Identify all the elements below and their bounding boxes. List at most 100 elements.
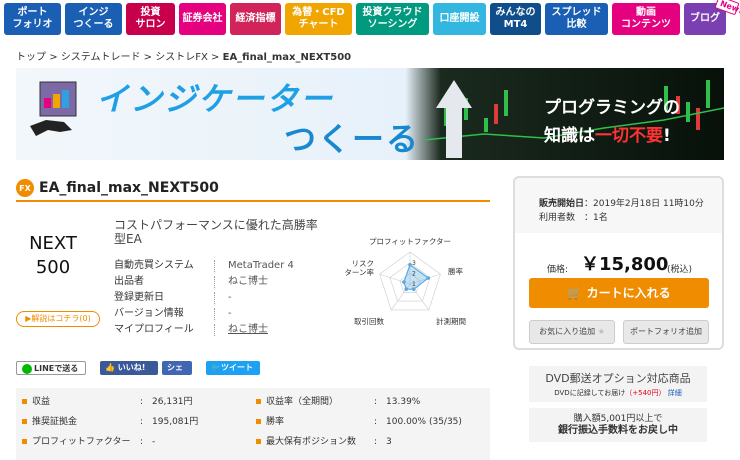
bank-line2: 銀行振込手数料をお戻し中 (558, 425, 678, 436)
radar-axis-label: プロフィットファクター (369, 237, 451, 246)
info-row: 登録更新日 - (114, 290, 294, 306)
add-portfolio-button[interactable]: ポートフォリオ追加 (623, 320, 709, 344)
add-to-cart-button[interactable]: 🛒 カートに入れる (529, 278, 709, 308)
breadcrumb: トップ > システムトレード > シストレFX > EA_final_max_N… (16, 48, 351, 63)
breadcrumb-item-top[interactable]: トップ (16, 52, 46, 63)
dvd-detail-link[interactable]: 詳細 (668, 389, 682, 397)
stat-value-text: 13.39% (386, 397, 421, 407)
breadcrumb-separator: > (211, 52, 220, 63)
user-count-label: 利用者数 (539, 213, 576, 223)
stat-value: : 26,131円 (140, 397, 193, 407)
info-key: バージョン情報 (114, 308, 184, 319)
user-count: 利用者数 ：1名 (539, 213, 608, 223)
banner-subtitle-programming: プログラミングの (544, 98, 680, 118)
nav-button[interactable]: スプレッド 比較 (545, 3, 608, 35)
hand-tool-icon (30, 81, 77, 136)
dvd-sub-text: DVDに記録してお届け (554, 389, 626, 397)
nav-button[interactable]: 投資 サロン (126, 3, 175, 35)
up-arrow-icon (436, 80, 472, 158)
explanation-button[interactable]: ▶解説はコチラ(0) (16, 311, 100, 327)
stat-return-rate: 収益率（全期間）: 13.39% (256, 392, 420, 412)
stat-value: : 13.39% (374, 397, 421, 407)
profile-link[interactable]: ねこ博士 (228, 322, 268, 338)
stat-key: 推奨証拠金 (32, 417, 78, 427)
star-icon: ★ (597, 327, 605, 336)
info-row: マイプロフィール ねこ博士 (114, 322, 294, 338)
dvd-subtext: DVDに記録してお届け（+540円） 詳細 (529, 388, 707, 398)
radar-scale-label: 3 (412, 260, 416, 267)
breadcrumb-current: EA_final_max_NEXT500 (222, 52, 352, 63)
stat-key: 収益 (32, 397, 51, 407)
stat-value: : 100.00% (35/35) (374, 417, 462, 427)
nav-button[interactable]: インジ つくーる (65, 3, 122, 35)
info-key: マイプロフィール (114, 324, 194, 335)
line-share-label: LINEで送る (34, 364, 79, 373)
product-title: EA_final_max_NEXT500 (39, 180, 219, 196)
info-key: 出品者 (114, 276, 144, 287)
tweet-label: ツイート (220, 363, 253, 372)
indicator-tool-banner[interactable]: インジケーター つくーる プログラミングの 知識は一切不要! (16, 68, 724, 160)
radar-axis-label: 取引回数 (354, 316, 384, 326)
stat-value-text: 3 (386, 437, 392, 447)
nav-button[interactable]: 動画 コンテンツ (612, 3, 680, 35)
stat-value: : 3 (374, 437, 392, 447)
price-tax-note: (税込) (667, 265, 693, 275)
radar-axis-label: 勝率 (448, 266, 463, 276)
nav-button[interactable]: 為替・CFD チャート (285, 3, 352, 35)
info-key: 登録更新日 (114, 292, 164, 303)
performance-stats: 収益 : 26,131円 収益率（全期間）: 13.39% 推奨証拠金 : 195,… (16, 388, 490, 460)
top-navigation: ポート フォリオ インジ つくーる 投資 サロン 証券会社 経済指標 為替・CFD チャー… (0, 0, 740, 40)
sale-start-value: 2019年2月18日 11時10分 (593, 199, 704, 209)
dvd-title: DVD郵送オプション対応商品 (545, 372, 691, 385)
radar-scale-label: 2 (412, 270, 416, 277)
nav-button[interactable]: ポート フォリオ (4, 3, 61, 35)
bank-fee-refund-box[interactable]: 購入額5,001円以上で 銀行振込手数料をお戻し中 (529, 408, 707, 442)
purchase-box: 販売開始日：2019年2月18日 11時10分 利用者数 ：1名 価格: ￥15… (513, 176, 724, 350)
radar-axis-label: ターン率 (344, 267, 374, 277)
stat-value: : - (140, 437, 156, 447)
info-row: バージョン情報 - (114, 306, 294, 322)
cart-button-label: カートに入れる (586, 286, 671, 300)
tweet-button[interactable]: 🐦ツイート (206, 361, 260, 375)
add-favorite-button[interactable]: お気に入り追加 ★ (529, 320, 615, 344)
radar-point (426, 276, 431, 280)
breadcrumb-item-system-trade[interactable]: システムトレード (61, 52, 141, 63)
radar-value-area (403, 263, 430, 290)
twitter-bird-icon: 🐦 (211, 363, 221, 372)
info-value: ねこ博士 (228, 276, 268, 287)
stat-key: 勝率 (266, 417, 285, 427)
facebook-like-button[interactable]: 👍 いいね! 0 (100, 361, 158, 386)
nav-button[interactable]: 経済指標 (230, 3, 281, 35)
stat-win-rate: 勝率 : 100.00% (35/35) (256, 412, 462, 432)
breadcrumb-item-systre-fx[interactable]: シストレFX (155, 52, 208, 63)
radar-axis-label: リスク (352, 259, 375, 268)
stat-profit: 収益 : 26,131円 (22, 392, 193, 412)
nav-button[interactable]: 口座開設 (433, 3, 486, 35)
price-label: 価格: (547, 265, 569, 275)
dvd-option-box: DVD郵送オプション対応商品 DVDに記録してお届け（+540円） 詳細 (529, 366, 707, 402)
radar-point (402, 280, 406, 284)
line-icon (22, 363, 32, 374)
stat-value-text: 195,081円 (152, 417, 199, 427)
fx-icon: FX (16, 179, 34, 197)
stat-profit-factor: プロフィットファクター: - (22, 432, 155, 452)
radar-point (404, 287, 409, 291)
info-key: 自動売買システム (114, 260, 194, 271)
line-share-button[interactable]: LINEで送る (16, 361, 86, 375)
breadcrumb-separator: > (143, 52, 153, 63)
breadcrumb-separator: > (49, 52, 58, 63)
nav-button[interactable]: 証券会社 (179, 3, 226, 35)
facebook-share-button[interactable]: シェア (162, 361, 192, 386)
stat-value-text: 26,131円 (152, 397, 193, 407)
nav-button[interactable]: みんなの MT4 (490, 3, 541, 35)
stat-max-positions: 最大保有ポジション数: 3 (256, 432, 392, 452)
info-value: - (228, 308, 232, 319)
radar-axis-label: 計測期間 (436, 316, 466, 326)
banner-subtitle-knowledge: 知識は一切不要! (544, 121, 671, 146)
stat-value: : 195,081円 (140, 417, 199, 427)
info-row: 出品者 ねこ博士 (114, 274, 294, 290)
nav-button[interactable]: 投資クラウド ソーシング (356, 3, 429, 35)
performance-radar-chart: 3 2 1 プロフィットファクター勝率計測期間 取引回数 リスクターン率 (344, 237, 466, 326)
banner-subtitle-part: 知識は (544, 126, 595, 146)
product-logo: NEXT 500 (18, 232, 88, 280)
